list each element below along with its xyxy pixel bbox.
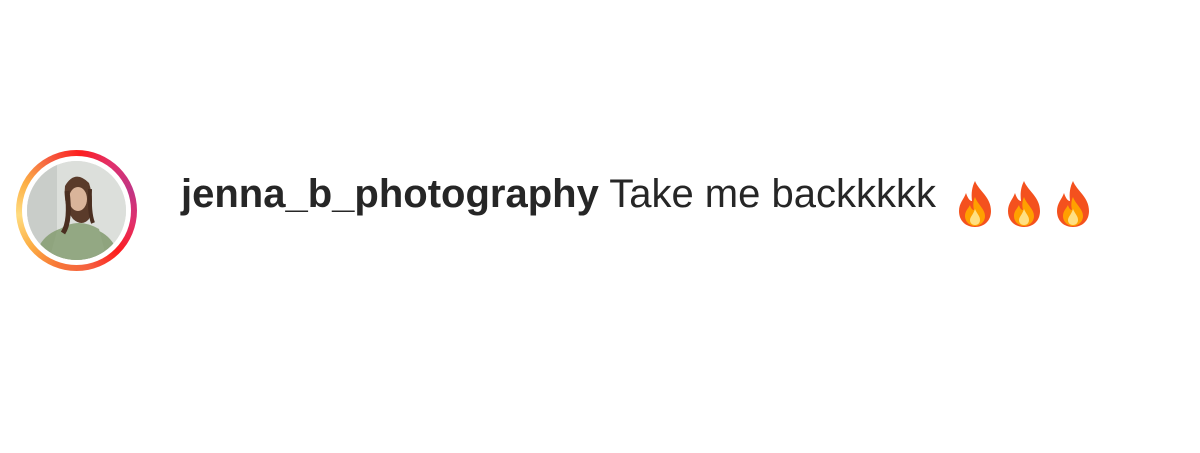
fire-icon bbox=[1002, 179, 1046, 229]
avatar[interactable] bbox=[27, 161, 126, 260]
comment-text: jenna_b_photography Take me backkkkk bbox=[181, 164, 1100, 232]
comment-body: Take me backkkkk bbox=[609, 172, 936, 216]
fire-icon bbox=[1051, 179, 1095, 229]
comment-row: jenna_b_photography Take me backkkkk bbox=[0, 150, 1200, 271]
story-ring[interactable] bbox=[16, 150, 137, 271]
emoji-group bbox=[953, 172, 1100, 232]
fire-icon bbox=[953, 179, 997, 229]
username-link[interactable]: jenna_b_photography bbox=[181, 172, 599, 216]
avatar-image bbox=[27, 161, 126, 260]
